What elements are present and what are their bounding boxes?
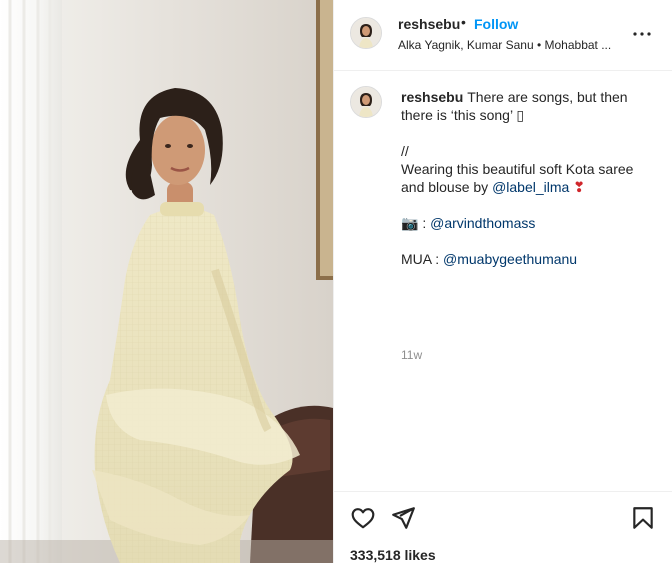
post-photo[interactable] <box>0 0 333 563</box>
action-bar: 333,518 likes <box>334 491 672 563</box>
mention-label-ilma[interactable]: @label_ilma <box>492 179 569 195</box>
post-image <box>0 0 333 563</box>
caption-line: Wearing this beautiful soft Kota saree a… <box>401 160 659 196</box>
caption-text: reshsebu There are songs, but then there … <box>401 88 659 268</box>
post-sidebar: reshsebu • Follow Alka Yagnik, Kumar San… <box>333 0 672 563</box>
likes-count[interactable]: 333,518 likes <box>350 547 436 563</box>
caption-line: 📷 : @arvindthomass <box>401 214 659 232</box>
mua-label: MUA : <box>401 251 444 267</box>
author-username[interactable]: reshsebu <box>398 16 460 32</box>
caption-line: reshsebu There are songs, but then there … <box>401 88 659 124</box>
heart-icon[interactable] <box>350 505 376 531</box>
caption-avatar[interactable] <box>350 86 382 118</box>
share-icon[interactable] <box>390 505 416 531</box>
mention-photographer[interactable]: @arvindthomass <box>430 215 535 231</box>
caption-area: reshsebu There are songs, but then there … <box>334 72 672 487</box>
author-avatar[interactable] <box>350 17 382 49</box>
caption-username[interactable]: reshsebu <box>401 89 463 105</box>
mention-mua[interactable]: @muabygeethumanu <box>443 251 577 267</box>
more-options-icon[interactable] <box>630 22 654 46</box>
avatar-image <box>351 18 381 48</box>
post-timestamp[interactable]: 11w <box>401 348 422 362</box>
line-break <box>401 232 659 250</box>
camera-emoji: 📷 <box>401 215 419 231</box>
follow-button[interactable]: Follow <box>474 16 518 32</box>
bookmark-icon[interactable] <box>630 505 656 531</box>
heart-exclamation-emoji: ❣ <box>573 179 585 195</box>
line-break <box>401 196 659 214</box>
post-header: reshsebu • Follow Alka Yagnik, Kumar San… <box>334 0 672 71</box>
line-break <box>401 124 659 142</box>
header-separator: • <box>461 14 466 30</box>
credit-separator: : <box>418 215 431 231</box>
audio-track-link[interactable]: Alka Yagnik, Kumar Sanu • Mohabbat ... <box>398 38 620 52</box>
instagram-post-dialog: reshsebu • Follow Alka Yagnik, Kumar San… <box>0 0 672 563</box>
caption-line: MUA : @muabygeethumanu <box>401 250 659 268</box>
avatar-image <box>351 87 381 117</box>
caption-divider-text: // <box>401 143 409 159</box>
